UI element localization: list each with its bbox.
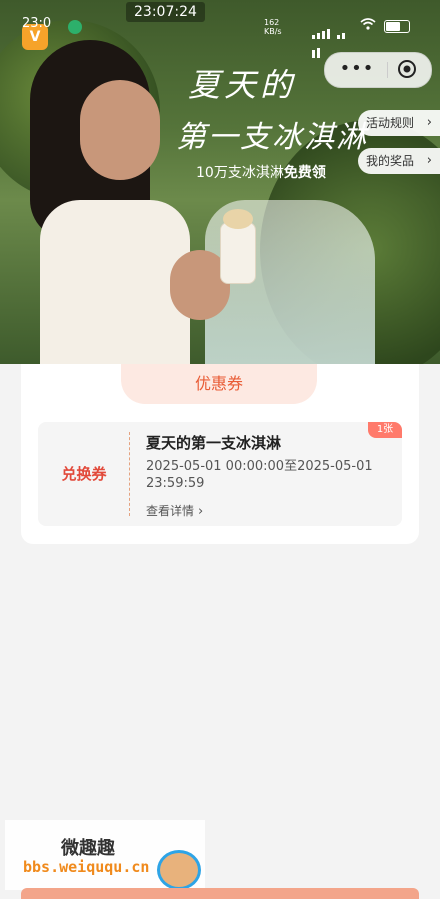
status-bar: V 23:0 23:07:24 162 KB/s bbox=[0, 0, 440, 58]
chevron-right-icon: › bbox=[426, 115, 432, 130]
model-image bbox=[20, 40, 230, 364]
my-prizes-label: 我的奖品 bbox=[366, 154, 415, 168]
capsule-divider bbox=[387, 62, 388, 78]
coupon-validity: 2025-05-01 00:00:00至2025-05-01 23:59:59 bbox=[146, 459, 373, 491]
coupon-item[interactable]: 兑换券 夏天的第一支冰淇淋 2025-05-01 00:00:00至2025-0… bbox=[38, 422, 402, 526]
my-prizes-button[interactable]: 我的奖品 › bbox=[358, 148, 440, 174]
coupon-kind: 兑换券 bbox=[61, 465, 107, 483]
ice-cream-cup-image bbox=[220, 209, 256, 284]
mascot-icon bbox=[157, 850, 201, 890]
bottom-action-button[interactable] bbox=[21, 888, 419, 899]
watermark: 微趣趣 bbs.weiququ.cn bbox=[5, 820, 205, 890]
signal-icon bbox=[312, 20, 352, 58]
status-clock: 23:0 bbox=[22, 16, 52, 31]
chevron-right-icon: › bbox=[426, 153, 432, 168]
battery-icon bbox=[384, 20, 410, 33]
activity-rules-label: 活动规则 bbox=[366, 116, 415, 130]
coupon-divider bbox=[129, 432, 130, 516]
close-circle-icon[interactable] bbox=[397, 59, 417, 79]
more-icon[interactable]: ••• bbox=[337, 55, 377, 85]
watermark-title: 微趣趣 bbox=[61, 838, 115, 859]
hero-title-line1: 夏天的 bbox=[188, 66, 297, 104]
coupon-detail-link[interactable]: 查看详情 › bbox=[146, 502, 203, 519]
coupon-detail-label: 查看详情 bbox=[146, 504, 195, 518]
network-speed: 162 KB/s bbox=[264, 18, 282, 36]
coupon-name: 夏天的第一支冰淇淋 bbox=[146, 434, 282, 452]
chevron-right-icon: › bbox=[198, 504, 204, 519]
hero-subtitle-prefix: 10万支冰淇淋 bbox=[196, 165, 284, 181]
miniprogram-capsule: ••• bbox=[324, 52, 432, 88]
notification-icon bbox=[68, 20, 82, 34]
activity-rules-button[interactable]: 活动规则 › bbox=[358, 110, 440, 136]
screenshot-time-overlay: 23:07:24 bbox=[126, 2, 205, 22]
watermark-url: bbs.weiququ.cn bbox=[23, 858, 150, 876]
wifi-icon bbox=[360, 18, 376, 34]
coupon-count-badge: 1张 bbox=[368, 422, 402, 438]
hero-subtitle-bold: 免费领 bbox=[283, 165, 326, 181]
coupon-section-tab[interactable]: 优惠券 bbox=[121, 364, 317, 404]
hero-subtitle: 10万支冰淇淋免费领 bbox=[196, 162, 326, 182]
hero-title-line2: 第一支冰淇淋 bbox=[176, 120, 368, 155]
